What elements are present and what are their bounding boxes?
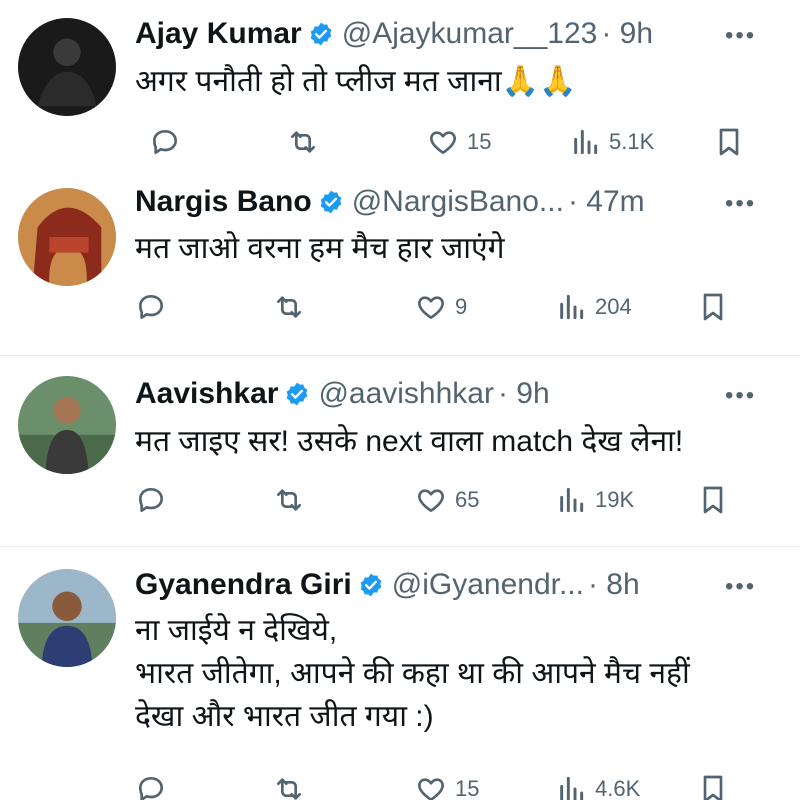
views-icon <box>555 773 587 800</box>
reply-button[interactable] <box>149 122 189 162</box>
like-count: 15 <box>455 776 480 800</box>
tweet-header: Gyanendra Giri @iGyanendr... · 8h <box>135 565 640 605</box>
retweet-icon <box>273 773 305 800</box>
display-name[interactable]: Aavishkar <box>135 377 278 411</box>
tweet[interactable]: Aavishkar @aavishhkar · 9h ••• मत जाइए स… <box>0 356 800 546</box>
tweet-text-line: मत जाओ वरना हम मैच हार जाएंगे <box>135 232 505 265</box>
tweet-text-line: भारत जीतेगा, आपने की कहा था की आपने मैच … <box>135 657 690 690</box>
heart-icon <box>415 484 447 516</box>
retweet-button[interactable] <box>287 122 327 162</box>
views-button[interactable]: 19K <box>555 480 634 520</box>
tweet-text-line: मत जाइए सर! उसके next वाला match देख लेन… <box>135 425 684 458</box>
tweet-text-line: अगर पनौती हो तो प्लीज मत जाना🙏🙏 <box>135 65 577 98</box>
timestamp[interactable]: · 9h <box>601 17 653 51</box>
retweet-button[interactable] <box>273 287 313 327</box>
handle[interactable]: @Ajaykumar__123 <box>342 17 598 51</box>
views-button[interactable]: 5.1K <box>569 122 654 162</box>
bookmark-icon <box>713 126 745 158</box>
reply-button[interactable] <box>135 287 175 327</box>
tweet[interactable]: Nargis Bano @NargisBano... · 47m ••• मत … <box>0 170 800 355</box>
tweet-header: Nargis Bano @NargisBano... · 47m <box>135 182 645 222</box>
bookmark-icon <box>697 484 729 516</box>
handle[interactable]: @aavishhkar <box>318 377 494 411</box>
heart-icon <box>415 773 447 800</box>
views-button[interactable]: 204 <box>555 287 632 327</box>
heart-icon <box>415 291 447 323</box>
tweet-actions: 15 5.1K <box>135 122 755 162</box>
timestamp[interactable]: · 8h <box>588 568 640 602</box>
more-options-icon[interactable]: ••• <box>725 573 756 601</box>
tweet-text-line: ना जाईये न देखिये, <box>135 614 338 647</box>
like-count: 15 <box>467 129 492 154</box>
tweet-text: मत जाओ वरना हम मैच हार जाएंगे <box>135 227 504 270</box>
display-name[interactable]: Ajay Kumar <box>135 17 302 51</box>
views-icon <box>555 484 587 516</box>
views-icon <box>569 126 601 158</box>
bookmark-button[interactable] <box>713 122 745 162</box>
verified-badge-icon <box>308 21 334 47</box>
bookmark-button[interactable] <box>697 480 729 520</box>
avatar[interactable] <box>18 18 116 116</box>
tweet-text: मत जाइए सर! उसके next वाला match देख लेन… <box>135 420 683 463</box>
verified-badge-icon <box>318 189 344 215</box>
retweet-button[interactable] <box>273 769 313 800</box>
views-count: 4.6K <box>595 776 641 800</box>
verified-badge-icon <box>358 572 384 598</box>
avatar[interactable] <box>18 376 116 474</box>
tweet-text-line: देखा और भारत जीत गया :) <box>135 700 434 733</box>
avatar[interactable] <box>18 188 116 286</box>
tweet[interactable]: Gyanendra Giri @iGyanendr... · 8h ••• ना… <box>0 547 800 800</box>
like-button[interactable]: 15 <box>415 769 479 800</box>
avatar[interactable] <box>18 569 116 667</box>
retweet-icon <box>273 484 305 516</box>
more-options-icon[interactable]: ••• <box>725 190 756 218</box>
reply-icon <box>149 126 181 158</box>
bookmark-icon <box>697 773 729 800</box>
views-count: 204 <box>595 294 632 319</box>
retweet-icon <box>287 126 319 158</box>
tweet-actions: 9 204 <box>135 287 755 327</box>
like-button[interactable]: 15 <box>427 122 491 162</box>
retweet-icon <box>273 291 305 323</box>
tweet-feed: Ajay Kumar @Ajaykumar__123 · 9h ••• अगर … <box>0 0 800 800</box>
display-name[interactable]: Nargis Bano <box>135 185 312 219</box>
handle[interactable]: @NargisBano... <box>352 185 564 219</box>
views-button[interactable]: 4.6K <box>555 769 640 800</box>
verified-badge-icon <box>284 381 310 407</box>
tweet-header: Aavishkar @aavishhkar · 9h <box>135 374 550 414</box>
tweet-text: ना जाईये न देखिये, भारत जीतेगा, आपने की … <box>135 609 690 738</box>
tweet-actions: 65 19K <box>135 480 755 520</box>
tweet-text: अगर पनौती हो तो प्लीज मत जाना🙏🙏 <box>135 60 576 103</box>
timestamp[interactable]: · 47m <box>568 185 645 219</box>
handle[interactable]: @iGyanendr... <box>392 568 584 602</box>
reply-icon <box>135 484 167 516</box>
like-count: 65 <box>455 487 480 512</box>
views-count: 19K <box>595 487 635 512</box>
bookmark-button[interactable] <box>697 769 729 800</box>
more-options-icon[interactable]: ••• <box>725 22 756 50</box>
like-button[interactable]: 65 <box>415 480 479 520</box>
heart-icon <box>427 126 459 158</box>
reply-button[interactable] <box>135 480 175 520</box>
like-button[interactable]: 9 <box>415 287 467 327</box>
reply-icon <box>135 773 167 800</box>
display-name[interactable]: Gyanendra Giri <box>135 568 352 602</box>
like-count: 9 <box>455 294 468 319</box>
tweet-actions: 15 4.6K <box>135 769 755 800</box>
reply-button[interactable] <box>135 769 175 800</box>
timestamp[interactable]: · 9h <box>498 377 550 411</box>
tweet[interactable]: Ajay Kumar @Ajaykumar__123 · 9h ••• अगर … <box>0 0 800 170</box>
tweet-header: Ajay Kumar @Ajaykumar__123 · 9h <box>135 14 653 54</box>
retweet-button[interactable] <box>273 480 313 520</box>
views-count: 5.1K <box>609 129 655 154</box>
bookmark-button[interactable] <box>697 287 729 327</box>
views-icon <box>555 291 587 323</box>
more-options-icon[interactable]: ••• <box>725 382 756 410</box>
bookmark-icon <box>697 291 729 323</box>
reply-icon <box>135 291 167 323</box>
